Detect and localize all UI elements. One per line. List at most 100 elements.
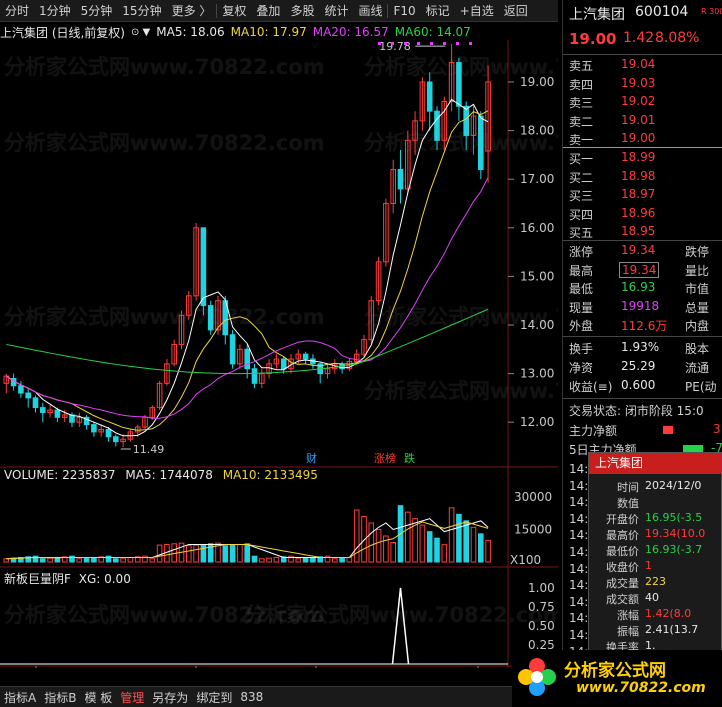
template-bar-item[interactable]: 模 板 bbox=[80, 689, 116, 706]
volume-bar bbox=[40, 558, 46, 563]
candle-body bbox=[105, 428, 112, 438]
price-axis-label: 19.00 bbox=[520, 75, 554, 89]
buy-level-row: 买三 18.97 bbox=[563, 187, 722, 206]
quote-row-label2: 市值 bbox=[685, 282, 710, 296]
quote-row-value: 18.98 bbox=[621, 168, 656, 183]
logo-url: www.70822.com bbox=[576, 680, 706, 696]
quote-row-value: 19.34 bbox=[621, 243, 656, 257]
indicator-xg: XG: 0.00 bbox=[78, 572, 131, 586]
template-bar-item[interactable]: 指标B bbox=[40, 689, 80, 706]
candle-body bbox=[302, 353, 309, 360]
watermark-text: 分析家公式网www.70822.com bbox=[364, 379, 558, 403]
toolbar-item[interactable]: 统计 bbox=[319, 0, 353, 22]
toolbar-item[interactable]: 标记 bbox=[421, 0, 455, 22]
toolbar-item[interactable]: 画线 bbox=[353, 0, 387, 22]
toolbar-item[interactable]: 返回 bbox=[499, 0, 533, 22]
candle-body bbox=[18, 385, 24, 394]
volume-bar bbox=[302, 557, 309, 563]
popup-row: 开盘价 16.95(-3.5 bbox=[589, 511, 722, 526]
toolbar-item[interactable]: F10 bbox=[388, 0, 420, 22]
quote-row-value: 18.97 bbox=[621, 187, 656, 201]
toolbar-item[interactable]: 1分钟 bbox=[34, 0, 76, 22]
popup-row-label: 时间 bbox=[617, 481, 639, 494]
logo-title: 分析家公式网 bbox=[564, 661, 666, 681]
quote-row-value: 16.93 bbox=[621, 280, 656, 294]
volume-bar bbox=[83, 557, 90, 563]
popup-row: 最低价 16.93(-3.7 bbox=[589, 543, 722, 558]
quote-change: 1.42 bbox=[623, 30, 655, 46]
tick-time: 14: bbox=[569, 528, 589, 543]
quote-stock-name: 上汽集团 bbox=[569, 7, 625, 23]
price-axis-label: 15.00 bbox=[520, 269, 554, 283]
quote-stat-row: 收益(≡) 0.600 PE(动 bbox=[563, 378, 722, 397]
sell-level-row: 卖四 19.03 bbox=[563, 76, 722, 95]
quote-stat-row: 现量 19918 总量 bbox=[563, 299, 722, 318]
quote-row-value: 18.96 bbox=[621, 205, 656, 220]
template-bar-item[interactable]: 绑定到 bbox=[192, 689, 236, 706]
divider bbox=[563, 336, 722, 337]
quote-stat-row: 涨停 19.34 跌停 bbox=[563, 243, 722, 262]
popup-row-label: 振幅 bbox=[617, 625, 639, 638]
template-bar-item[interactable]: 838 bbox=[236, 690, 267, 704]
quote-stock-code: 600104 bbox=[635, 4, 689, 20]
quote-stat-row: 外盘 112.6万 内盘 bbox=[563, 317, 722, 336]
toolbar-item[interactable]: 叠加 bbox=[251, 0, 285, 22]
quote-row-value: 25.29 bbox=[621, 359, 656, 373]
quote-row-label: 卖一 bbox=[569, 133, 594, 147]
toolbar-item[interactable]: 15分钟 bbox=[117, 0, 166, 22]
quote-row-value: 19918 bbox=[621, 298, 660, 313]
price-axis-label: 17.00 bbox=[520, 172, 554, 186]
toolbar-item[interactable]: 更多 〉 bbox=[167, 0, 217, 22]
template-bar-item[interactable]: 管理 bbox=[116, 689, 148, 706]
toolbar-item[interactable]: 复权 bbox=[217, 0, 251, 22]
volume-bar bbox=[251, 555, 258, 563]
divider bbox=[563, 240, 722, 241]
toolbar-item[interactable]: 分时 bbox=[0, 0, 34, 22]
buy-level-row: 买二 18.98 bbox=[563, 169, 722, 188]
candle-body bbox=[456, 62, 462, 107]
quote-row-value: 19.34 bbox=[619, 261, 660, 278]
volume-bar bbox=[448, 507, 455, 563]
toolbar-item[interactable]: +自选 bbox=[455, 0, 499, 22]
volume-bar bbox=[127, 556, 134, 563]
quote-row-label: 卖四 bbox=[569, 77, 594, 92]
popup-row-label: 成交额 bbox=[606, 593, 639, 606]
volume-bar bbox=[76, 558, 83, 563]
volume-bar bbox=[441, 544, 448, 563]
tick-time: 14: bbox=[569, 495, 589, 510]
toolbar-item[interactable]: 5分钟 bbox=[76, 0, 118, 22]
divider bbox=[563, 147, 722, 148]
template-bar-item[interactable]: 另存为 bbox=[148, 689, 192, 706]
badge-cai: 财 bbox=[306, 451, 317, 465]
signal-dot bbox=[456, 42, 459, 45]
volume-bar bbox=[463, 520, 469, 563]
quote-row-label2: PE(动 bbox=[685, 380, 717, 394]
popup-row-value: 1 bbox=[645, 559, 652, 572]
quote-change-pct: 8.08% bbox=[655, 30, 700, 46]
template-bar-item[interactable]: 指标A bbox=[0, 689, 40, 706]
quote-row-label: 买三 bbox=[569, 189, 594, 203]
volume-bar bbox=[470, 526, 477, 563]
candle-body bbox=[463, 105, 469, 136]
quote-stat-row: 最高 19.34 量比 bbox=[563, 261, 722, 281]
candle-body bbox=[397, 168, 404, 190]
candle-body bbox=[40, 407, 46, 413]
popup-row-label: 最低价 bbox=[606, 545, 639, 558]
quote-row-label2: 股本 bbox=[685, 342, 710, 356]
buy-level-row: 买四 18.96 bbox=[563, 206, 722, 225]
popup-row-label: 开盘价 bbox=[606, 513, 639, 526]
quote-row-label: 买四 bbox=[569, 207, 594, 222]
main-net-bar bbox=[663, 426, 673, 434]
toolbar-item[interactable]: 多股 bbox=[285, 0, 319, 22]
quote-stat-row: 净资 25.29 流通 bbox=[563, 359, 722, 378]
quote-row-value: 19.01 bbox=[621, 112, 656, 127]
signal-dot bbox=[469, 42, 472, 45]
volume-bar bbox=[390, 542, 396, 563]
popup-row: 振幅 2.41(13.7 bbox=[589, 623, 722, 638]
candle-body bbox=[280, 358, 287, 370]
quote-row-value: 19.02 bbox=[621, 94, 656, 108]
candle-body bbox=[207, 305, 214, 331]
volume-bar bbox=[295, 558, 302, 563]
volume-bar bbox=[120, 557, 126, 563]
volume-title-row: VOLUME: 2235837 MA5: 1744078 MA10: 21334… bbox=[4, 468, 318, 482]
